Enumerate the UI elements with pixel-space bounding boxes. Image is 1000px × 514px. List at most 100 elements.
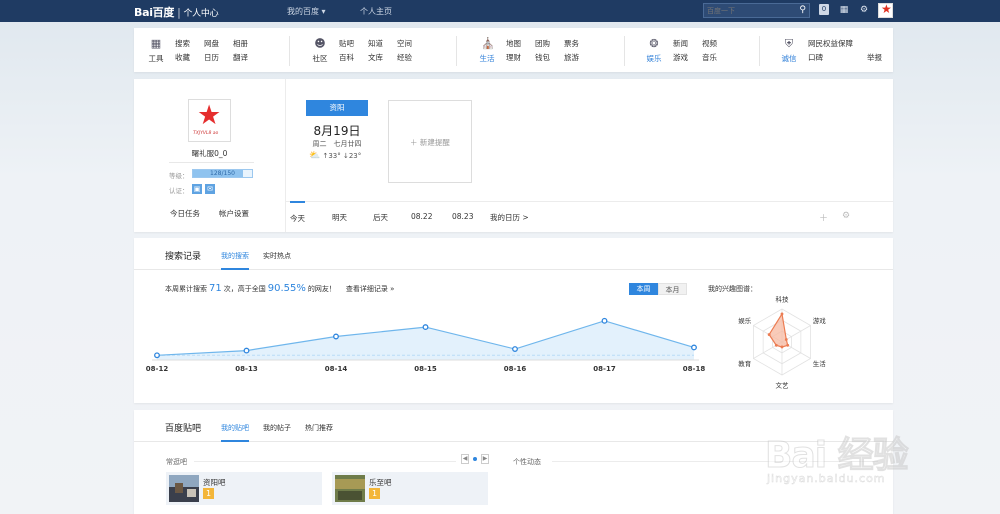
tieba-level-badge: 1 <box>369 488 380 499</box>
nav-item-favorites[interactable]: 收藏 <box>175 52 190 66</box>
nav-item-translate[interactable]: 翻译 <box>233 52 248 66</box>
data-point <box>691 344 697 351</box>
nav-item-video[interactable]: 视频 <box>702 38 717 52</box>
tieba-thumbnail <box>335 475 365 502</box>
data-point <box>154 352 160 359</box>
nav-item-space[interactable]: 空间 <box>397 38 412 52</box>
summary-prefix: 本周累计搜索 <box>165 285 207 293</box>
radar-label: 科技 <box>776 295 790 304</box>
nav-item-netdisk[interactable]: 网盘 <box>204 38 219 52</box>
nav-item-news[interactable]: 新闻 <box>673 38 688 52</box>
nav-item-calendar[interactable]: 日历 <box>204 52 219 66</box>
add-icon[interactable]: ＋ <box>819 211 828 224</box>
nav-item-music[interactable]: 音乐 <box>702 52 717 66</box>
tab-my-posts[interactable]: 我的帖子 <box>263 423 291 433</box>
tieba-item[interactable]: 乐至吧 1 <box>332 472 488 505</box>
x-tick-label: 08-13 <box>235 365 258 373</box>
lunar-date: 周二 七月廿四 <box>312 140 362 148</box>
nav-item-games[interactable]: 游戏 <box>673 52 688 66</box>
x-tick-label: 08-14 <box>325 365 348 373</box>
my-baidu-menu[interactable]: 我的百度 ▾ <box>287 6 326 17</box>
my-calendar-link[interactable]: 我的日历 > <box>490 212 529 223</box>
search-icon[interactable]: ⚲ <box>799 5 806 15</box>
nav-item-baike[interactable]: 百科 <box>339 52 354 66</box>
detail-link[interactable]: 查看详细记录 » <box>346 285 395 293</box>
radar-point <box>780 312 784 316</box>
nav-divider <box>456 36 457 66</box>
tieba-item[interactable]: 资阳吧 1 <box>166 472 322 505</box>
next-icon[interactable]: ▶ <box>481 454 489 464</box>
baidu-logo[interactable]: Bai百度 | 个人中心 <box>134 4 219 20</box>
nav-item-reputation[interactable]: 口碑 <box>808 52 853 66</box>
nav-item-wallet[interactable]: 钱包 <box>535 52 550 66</box>
nav-item-tickets[interactable]: 票务 <box>564 38 579 52</box>
avatar-text: TXJYVL8 ao <box>193 131 219 136</box>
gear-icon[interactable]: ⚙ <box>842 211 850 221</box>
user-avatar-mini[interactable] <box>878 2 893 18</box>
message-badge[interactable]: 0 <box>819 4 829 15</box>
nav-life[interactable]: ⛪ 生活 <box>475 38 499 64</box>
nav-group-integrity: ⛨ 诚信 网民权益保障 口碑 举报 <box>777 36 887 64</box>
username[interactable]: 曙礼服0_0 <box>134 148 285 159</box>
nav-item-map[interactable]: 地图 <box>506 38 521 52</box>
calendar-tabs: 今天 明天 后天 08.22 08.23 我的日历 > ＋ ⚙ <box>286 201 893 232</box>
prev-icon[interactable]: ◀ <box>461 454 469 464</box>
sun-cloud-icon: ⛅ <box>309 151 321 161</box>
data-point <box>512 346 518 352</box>
nav-item-album[interactable]: 相册 <box>233 38 248 52</box>
nav-divider <box>759 36 760 66</box>
personal-home-link[interactable]: 个人主页 <box>360 6 392 17</box>
tab-hot-recommend[interactable]: 热门推荐 <box>305 423 333 433</box>
nav-integrity[interactable]: ⛨ 诚信 <box>777 38 801 64</box>
tab-today[interactable]: 今天 <box>290 201 305 224</box>
user-avatar[interactable]: ★ TXJYVL8 ao <box>188 99 231 142</box>
x-tick-label: 08-18 <box>683 365 706 373</box>
radar-point <box>767 333 771 336</box>
account-settings-link[interactable]: 帐户设置 <box>219 208 249 219</box>
email-auth-icon[interactable]: ✉ <box>205 184 215 194</box>
tab-0822[interactable]: 08.22 <box>411 212 432 221</box>
temperature: ↑33° ↓23° <box>322 152 362 160</box>
nav-divider <box>624 36 625 66</box>
phone-auth-icon[interactable]: ▣ <box>192 184 202 194</box>
nav-item-search[interactable]: 搜索 <box>175 38 190 52</box>
nav-tools[interactable]: ▦ 工具 <box>144 38 168 64</box>
nav-community[interactable]: ☻ 社区 <box>308 38 332 64</box>
tab-hot-trends[interactable]: 实时热点 <box>263 251 291 261</box>
nav-item-travel[interactable]: 旅游 <box>564 52 579 66</box>
today-task-link[interactable]: 今日任务 <box>170 208 200 219</box>
nav-entertainment[interactable]: ❂ 娱乐 <box>642 38 666 64</box>
tab-day-after[interactable]: 后天 <box>373 212 388 223</box>
nav-item-tieba[interactable]: 贴吧 <box>339 38 354 52</box>
nav-group-life: ⛪ 生活 地图 理财 团购 钱包 票务 旅游 <box>475 36 605 64</box>
pager-dot[interactable] <box>473 457 477 461</box>
tab-my-search[interactable]: 我的搜索 <box>221 251 249 270</box>
summary-suffix: 的网友！ <box>307 285 336 293</box>
search-input[interactable] <box>704 4 792 17</box>
tab-tomorrow[interactable]: 明天 <box>332 212 347 223</box>
nav-item-rights[interactable]: 网民权益保障 <box>808 38 853 52</box>
top-bar: Bai百度|个人中心 我的百度 ▾ 个人主页 ⚲ 0 ▦ ⚙ <box>0 0 1000 22</box>
location-tag[interactable]: 资阳 <box>306 100 368 116</box>
level-label: 等级： <box>169 172 189 180</box>
nav-item-report[interactable]: 举报 <box>867 52 882 66</box>
this-week-button[interactable]: 本周 <box>629 283 658 295</box>
divider <box>194 461 456 462</box>
gear-icon[interactable]: ⚙ <box>858 4 870 16</box>
this-month-button[interactable]: 本月 <box>658 283 687 295</box>
nav-item-zhidao[interactable]: 知道 <box>368 38 383 52</box>
nav-divider <box>289 36 290 66</box>
logo-text: Bai百度 <box>134 6 175 19</box>
tieba-name: 资阳吧 <box>203 478 226 487</box>
tab-0823[interactable]: 08.23 <box>452 212 473 221</box>
level-progress-bar: 128/150 <box>192 169 253 178</box>
nav-item-wenku[interactable]: 文库 <box>368 52 383 66</box>
tab-my-tieba[interactable]: 我的贴吧 <box>221 423 249 442</box>
nav-item-jingyan[interactable]: 经验 <box>397 52 412 66</box>
shield-icon: ⛨ <box>784 37 794 50</box>
new-reminder-button[interactable]: ＋ 新建提醒 <box>388 100 472 183</box>
nav-item-finance[interactable]: 理财 <box>506 52 521 66</box>
calendar-icon[interactable]: ▦ <box>838 4 850 16</box>
star-logo-icon: ★ <box>197 100 222 131</box>
nav-item-groupbuy[interactable]: 团购 <box>535 38 550 52</box>
